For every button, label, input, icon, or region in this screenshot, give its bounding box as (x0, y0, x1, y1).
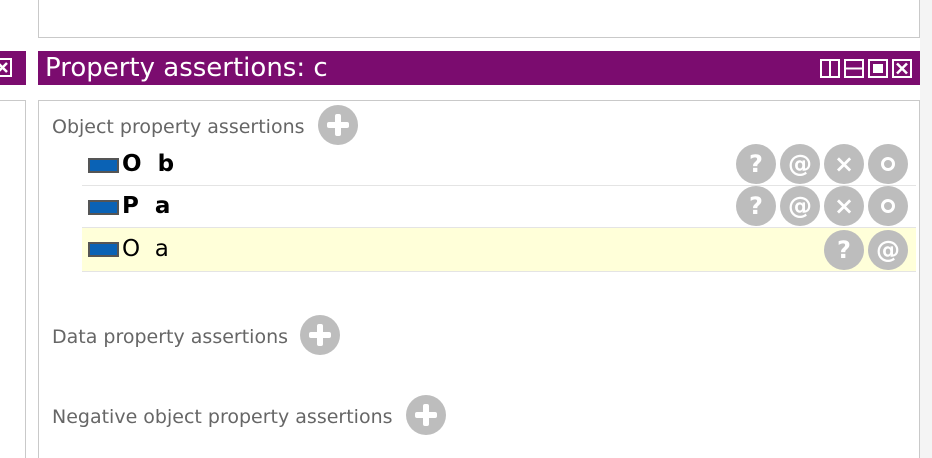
edit-button[interactable] (868, 144, 908, 184)
negative-object-property-assertions-label: Negative object property assertions (52, 406, 393, 428)
assertion-row[interactable]: O b ? @ × (82, 144, 916, 186)
delete-button[interactable]: × (824, 186, 864, 226)
assertion-text: O a (122, 236, 169, 262)
add-data-property-assertion-button[interactable] (300, 315, 340, 355)
view-window-buttons (820, 59, 912, 78)
left-view-close-icon[interactable] (0, 58, 14, 78)
add-negative-object-property-assertion-button[interactable] (406, 395, 446, 435)
annotate-button[interactable]: @ (868, 230, 908, 270)
explain-button[interactable]: ? (824, 230, 864, 270)
add-object-property-assertion-button[interactable] (318, 105, 358, 145)
annotate-button[interactable]: @ (780, 144, 820, 184)
object-property-icon (88, 200, 119, 215)
object-property-icon (88, 158, 119, 173)
object-property-assertions-label: Object property assertions (52, 116, 305, 138)
view-title: Property assertions: c (45, 53, 328, 83)
right-edge-bar (920, 0, 932, 458)
assertion-row[interactable]: P a ? @ × (82, 186, 916, 228)
assertion-text: P a (122, 193, 171, 219)
explain-button[interactable]: ? (736, 144, 776, 184)
annotate-button[interactable]: @ (780, 186, 820, 226)
assertion-text: O b (122, 151, 175, 177)
edit-button[interactable] (868, 186, 908, 226)
close-icon[interactable] (892, 59, 912, 78)
inferred-assertion-row[interactable]: O a ? @ (82, 228, 916, 272)
split-horizontal-icon[interactable] (844, 59, 864, 78)
left-view-body (0, 100, 26, 458)
data-property-assertions-label: Data property assertions (52, 326, 289, 348)
object-property-icon (88, 242, 119, 257)
delete-button[interactable]: × (824, 144, 864, 184)
view-header: Property assertions: c (38, 51, 920, 85)
maximize-icon[interactable] (868, 59, 888, 78)
explain-button[interactable]: ? (736, 186, 776, 226)
split-vertical-icon[interactable] (820, 59, 840, 78)
upper-view-panel (38, 0, 920, 38)
